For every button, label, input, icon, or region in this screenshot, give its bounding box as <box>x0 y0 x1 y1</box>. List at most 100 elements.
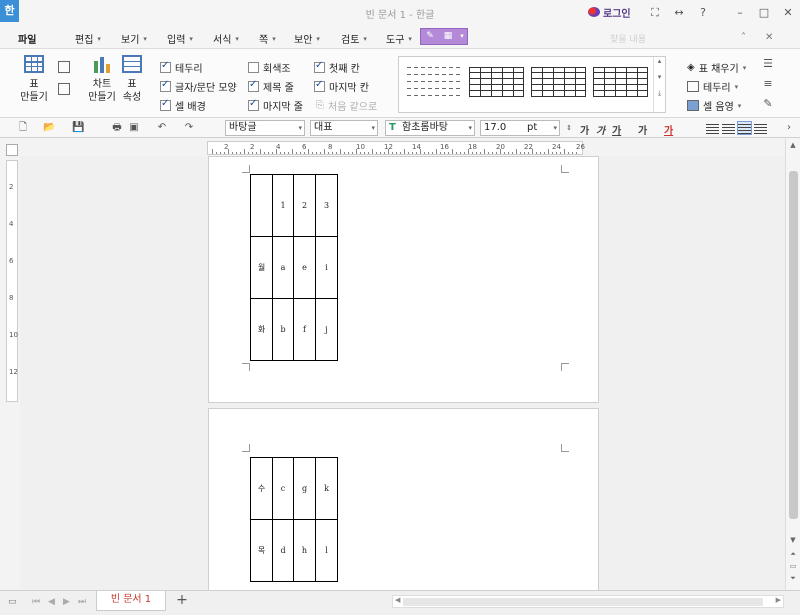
table-style-swatch[interactable] <box>469 67 524 97</box>
border-button[interactable]: 테두리 ▾ <box>687 79 738 94</box>
table-edit-icon[interactable] <box>58 61 70 73</box>
memo-icon[interactable]: ▭ <box>8 597 17 607</box>
align-justify-icon[interactable] <box>722 122 735 134</box>
table-cell[interactable]: l <box>315 519 338 582</box>
horizontal-scrollbar[interactable]: ◀ ▶ <box>392 595 784 608</box>
table-cell[interactable]: 화 <box>250 298 273 361</box>
expand-icon[interactable]: ⤓ <box>654 89 665 98</box>
chevron-up-icon[interactable]: ˄ <box>741 32 746 43</box>
option-cell-bg[interactable]: 셀 배경 <box>160 98 206 113</box>
table-design-mode[interactable]: ✎ ▦ ▾ <box>420 28 468 45</box>
vertical-scrollbar[interactable]: ▲ ▼ ⏶ ▭ ⏷ <box>785 138 800 590</box>
prev-tab-icon[interactable]: ◀ <box>48 597 55 607</box>
table-cell[interactable]: 수 <box>250 457 273 520</box>
option-header-row[interactable]: 제목 줄 <box>248 79 294 94</box>
maximize-icon[interactable]: □ <box>757 6 771 20</box>
table-cell[interactable]: c <box>272 457 294 520</box>
menu-tools[interactable]: 도구 ▾ <box>386 31 412 47</box>
gallery-scrollbar[interactable]: ▴ ▾ ⤓ <box>653 57 665 112</box>
bold-button[interactable]: 가 <box>580 122 589 137</box>
help-icon[interactable]: ? <box>696 6 710 20</box>
line-style-icon[interactable]: ☰ <box>761 57 775 71</box>
table-cell[interactable]: g <box>293 457 316 520</box>
ruler-corner[interactable] <box>6 144 18 156</box>
checkbox[interactable] <box>248 98 259 111</box>
table-cell[interactable]: e <box>293 236 316 299</box>
chevron-up-icon[interactable]: ▴ <box>654 57 665 65</box>
scroll-thumb[interactable] <box>403 598 763 606</box>
checkbox[interactable] <box>160 60 171 73</box>
italic-button[interactable]: 가 <box>596 122 605 137</box>
next-tab-icon[interactable]: ▶ <box>63 597 70 607</box>
login-button[interactable]: 로그인 <box>588 5 631 20</box>
scroll-thumb[interactable] <box>789 171 798 519</box>
option-first-col[interactable]: 첫째 칸 <box>314 60 360 75</box>
fullscreen-icon[interactable]: ⛶ <box>648 6 662 20</box>
print-icon[interactable]: 🖶 <box>111 122 123 134</box>
font-select[interactable]: 함초롬바탕 T ▾ <box>385 120 475 136</box>
table-fill-button[interactable]: ◈ 표 채우기 ▾ <box>687 60 746 75</box>
size-stepper-icon[interactable]: ⇕ <box>563 122 575 134</box>
table-style-swatch[interactable] <box>593 67 648 97</box>
style-select[interactable]: 바탕글 ▾ <box>225 120 305 136</box>
vertical-ruler[interactable]: 2 4 6 8 10 12 <box>6 160 18 402</box>
menu-review[interactable]: 검토 ▾ <box>341 31 367 47</box>
menu-insert[interactable]: 입력 ▾ <box>167 31 193 47</box>
strike-button[interactable]: 가 <box>638 122 647 137</box>
chevron-down-icon[interactable]: ▾ <box>654 73 665 81</box>
close-icon[interactable]: ✕ <box>765 32 773 43</box>
scroll-left-icon[interactable]: ◀ <box>395 596 400 604</box>
add-tab-button[interactable]: + <box>172 593 192 609</box>
next-page-icon[interactable]: ⏷ <box>786 574 800 583</box>
first-tab-icon[interactable]: ⏮ <box>32 597 40 607</box>
table-create-button[interactable]: 표 만들기 <box>17 55 51 104</box>
menu-view[interactable]: 보기 ▾ <box>121 31 147 47</box>
checkbox[interactable] <box>160 98 171 111</box>
table-cell[interactable]: 1 <box>272 174 294 237</box>
para-style-select[interactable]: 대표 ▾ <box>310 120 378 136</box>
align-left-icon[interactable] <box>706 122 719 134</box>
table-cell[interactable] <box>250 174 273 237</box>
search-input[interactable]: 찾을 내용 <box>610 32 646 45</box>
option-grayscale[interactable]: 회색조 <box>248 60 291 75</box>
close-icon[interactable]: ✕ <box>781 6 795 20</box>
document-tab[interactable]: 빈 문서 1 <box>96 591 166 611</box>
document-table-2[interactable]: 수 c g k 목 d h l <box>250 457 338 582</box>
preview-icon[interactable]: ▣ <box>128 122 140 134</box>
line-weight-icon[interactable]: ≡ <box>761 77 775 91</box>
option-char-para[interactable]: 글자/문단 모양 <box>160 79 237 94</box>
align-right-icon[interactable] <box>754 122 767 134</box>
prev-page-icon[interactable]: ⏶ <box>786 550 800 559</box>
scroll-down-icon[interactable]: ▼ <box>786 536 800 544</box>
table-cell[interactable]: 월 <box>250 236 273 299</box>
menu-page[interactable]: 쪽 ▾ <box>259 31 276 47</box>
more-icon[interactable]: › <box>783 122 795 134</box>
new-document-icon[interactable]: 🗋 <box>17 122 29 134</box>
table-style-swatch[interactable] <box>531 67 586 97</box>
table-merge-icon[interactable] <box>58 83 70 95</box>
checkbox[interactable] <box>160 79 171 92</box>
table-cell[interactable]: h <box>293 519 316 582</box>
table-cell[interactable]: k <box>315 457 338 520</box>
table-cell[interactable]: 2 <box>293 174 316 237</box>
table-cell[interactable]: 3 <box>315 174 338 237</box>
table-cell[interactable]: a <box>272 236 294 299</box>
checkbox[interactable] <box>248 62 259 73</box>
table-cell[interactable]: 목 <box>250 519 273 582</box>
table-props-button[interactable]: 표 속성 <box>120 55 144 104</box>
checkbox[interactable] <box>248 79 259 92</box>
cell-shade-button[interactable]: 셀 음영 ▾ <box>687 98 741 113</box>
undo-icon[interactable]: ↶ <box>156 122 168 134</box>
menu-edit[interactable]: 편집 ▾ <box>75 31 101 47</box>
table-style-gallery[interactable]: ▴ ▾ ⤓ <box>398 56 666 113</box>
menu-format[interactable]: 서식 ▾ <box>213 31 239 47</box>
table-cell[interactable]: d <box>272 519 294 582</box>
line-color-icon[interactable]: ✎ <box>761 97 775 111</box>
table-cell[interactable]: j <box>315 298 338 361</box>
option-border[interactable]: 테두리 <box>160 60 203 75</box>
minimize-icon[interactable]: – <box>733 6 747 20</box>
menu-security[interactable]: 보안 ▾ <box>294 31 320 47</box>
underline-button[interactable]: 가 <box>612 122 621 137</box>
open-folder-icon[interactable]: 📂 <box>43 122 55 134</box>
table-cell[interactable]: b <box>272 298 294 361</box>
